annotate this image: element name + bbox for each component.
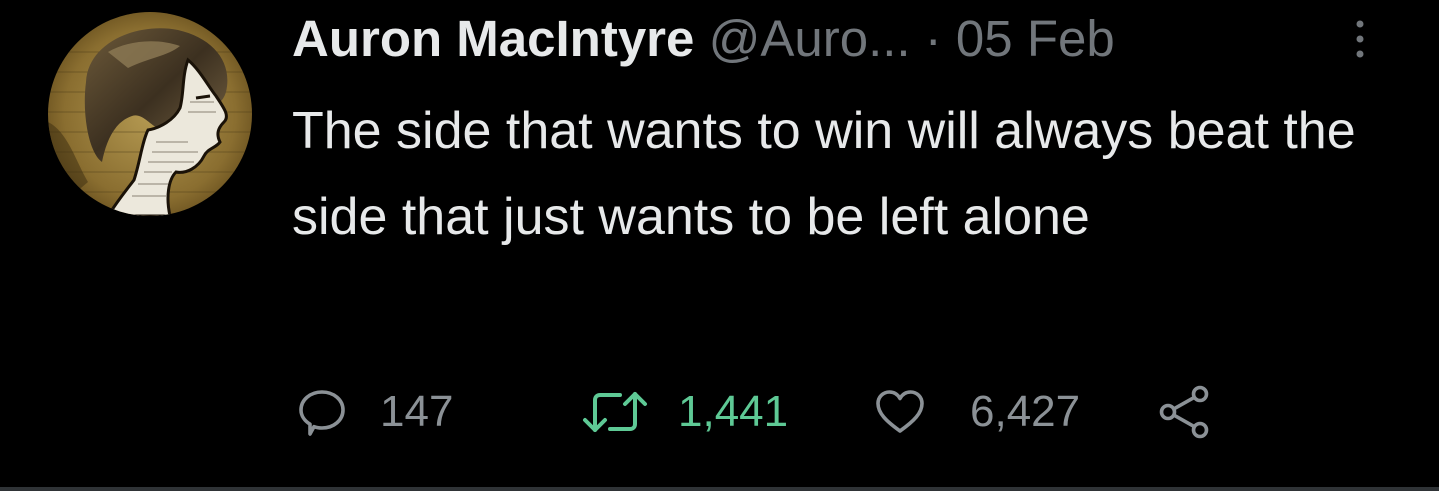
like-count: 6,427: [970, 387, 1081, 436]
tweet-actions: 147 1,441 6,427: [296, 382, 1296, 442]
retweet-icon: [583, 392, 647, 432]
reply-count: 147: [380, 387, 454, 436]
like-button[interactable]: 6,427: [874, 382, 1080, 442]
share-icon: [1159, 385, 1209, 439]
reply-button[interactable]: 147: [296, 382, 453, 442]
collage-profile-silhouette-avatar: [48, 12, 252, 216]
avatar[interactable]: [48, 12, 252, 216]
speech-bubble-icon: [299, 390, 345, 436]
display-name[interactable]: Auron MacIntyre: [292, 10, 694, 67]
tweet-text: The side that wants to win will always b…: [292, 102, 1356, 246]
tweet-header: Auron MacIntyre @Auro... · 05 Feb: [292, 10, 1392, 68]
user-handle[interactable]: @Auro...: [709, 10, 911, 67]
header-separator: ·: [924, 10, 942, 67]
retweet-button[interactable]: 1,441: [582, 382, 788, 442]
heart-icon: [876, 390, 924, 433]
tweet-divider: [0, 487, 1439, 491]
tweet[interactable]: Auron MacIntyre @Auro... · 05 Feb The si…: [0, 0, 1439, 487]
tweet-date[interactable]: 05 Feb: [956, 10, 1115, 67]
retweet-count: 1,441: [678, 387, 789, 436]
share-button[interactable]: [1156, 382, 1216, 442]
vertical-dots-icon[interactable]: [1350, 18, 1370, 60]
